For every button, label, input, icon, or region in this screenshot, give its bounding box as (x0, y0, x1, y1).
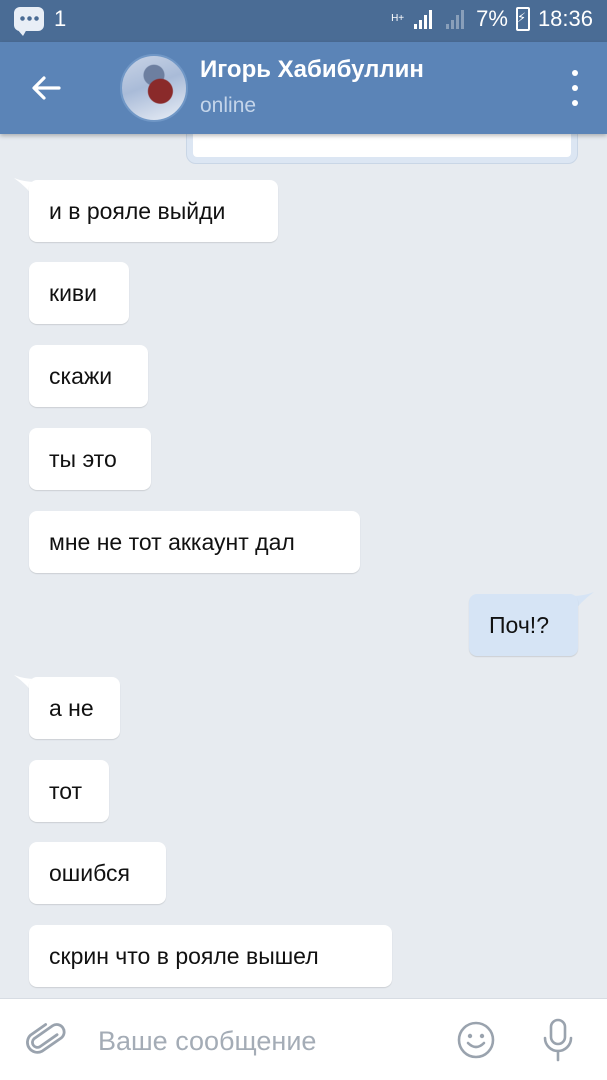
attach-button[interactable] (26, 1019, 68, 1061)
avatar[interactable] (120, 54, 188, 122)
message-bubble-incoming[interactable]: и в рояле выйди (29, 180, 278, 242)
partial-outgoing-message[interactable] (186, 134, 578, 164)
message-bubble-incoming[interactable]: киви (29, 262, 129, 324)
back-arrow-icon (32, 76, 61, 100)
battery-icon (515, 7, 530, 31)
attach-icon (26, 1023, 66, 1054)
contact-status: online (200, 94, 257, 117)
message-bubble-incoming[interactable]: скажи (29, 345, 148, 407)
message-input[interactable] (96, 1019, 420, 1063)
more-vert-icon (572, 70, 578, 76)
voice-message-button[interactable] (540, 1017, 576, 1063)
battery-percent: 7% (476, 6, 508, 31)
signal-icon (412, 7, 436, 31)
mic-icon (543, 1018, 573, 1062)
emoji-button[interactable] (456, 1020, 496, 1060)
clock: 18:36 (537, 6, 593, 31)
message-bubble-outgoing[interactable]: Поч!? (469, 594, 578, 656)
message-bubble-incoming[interactable]: а не (29, 677, 120, 739)
message-bubble-incoming[interactable]: ты это (29, 428, 151, 490)
signal-icon-secondary (444, 7, 468, 31)
emoji-icon (457, 1021, 495, 1059)
message-bubble-incoming[interactable]: ошибся (29, 842, 166, 904)
network-type: H+ (391, 13, 405, 24)
message-list[interactable]: и в рояле выйди киви скажи ты это мне не… (0, 134, 607, 998)
composer-bar (0, 998, 607, 1080)
contact-name[interactable]: Игорь Хабибуллин (200, 56, 424, 84)
chat-header: Игорь Хабибуллин online (0, 42, 607, 134)
chat-notification-icon (14, 7, 44, 36)
status-bar: 1 H+ 7% 18:36 (0, 0, 607, 42)
notification-count: 1 (54, 6, 67, 31)
message-bubble-incoming[interactable]: скрин что в рояле вышел (29, 925, 392, 987)
message-bubble-incoming[interactable]: мне не тот аккаунт дал (29, 511, 360, 573)
back-button[interactable] (22, 64, 70, 112)
more-options-button[interactable] (565, 70, 585, 106)
message-bubble-incoming[interactable]: тот (29, 760, 109, 822)
